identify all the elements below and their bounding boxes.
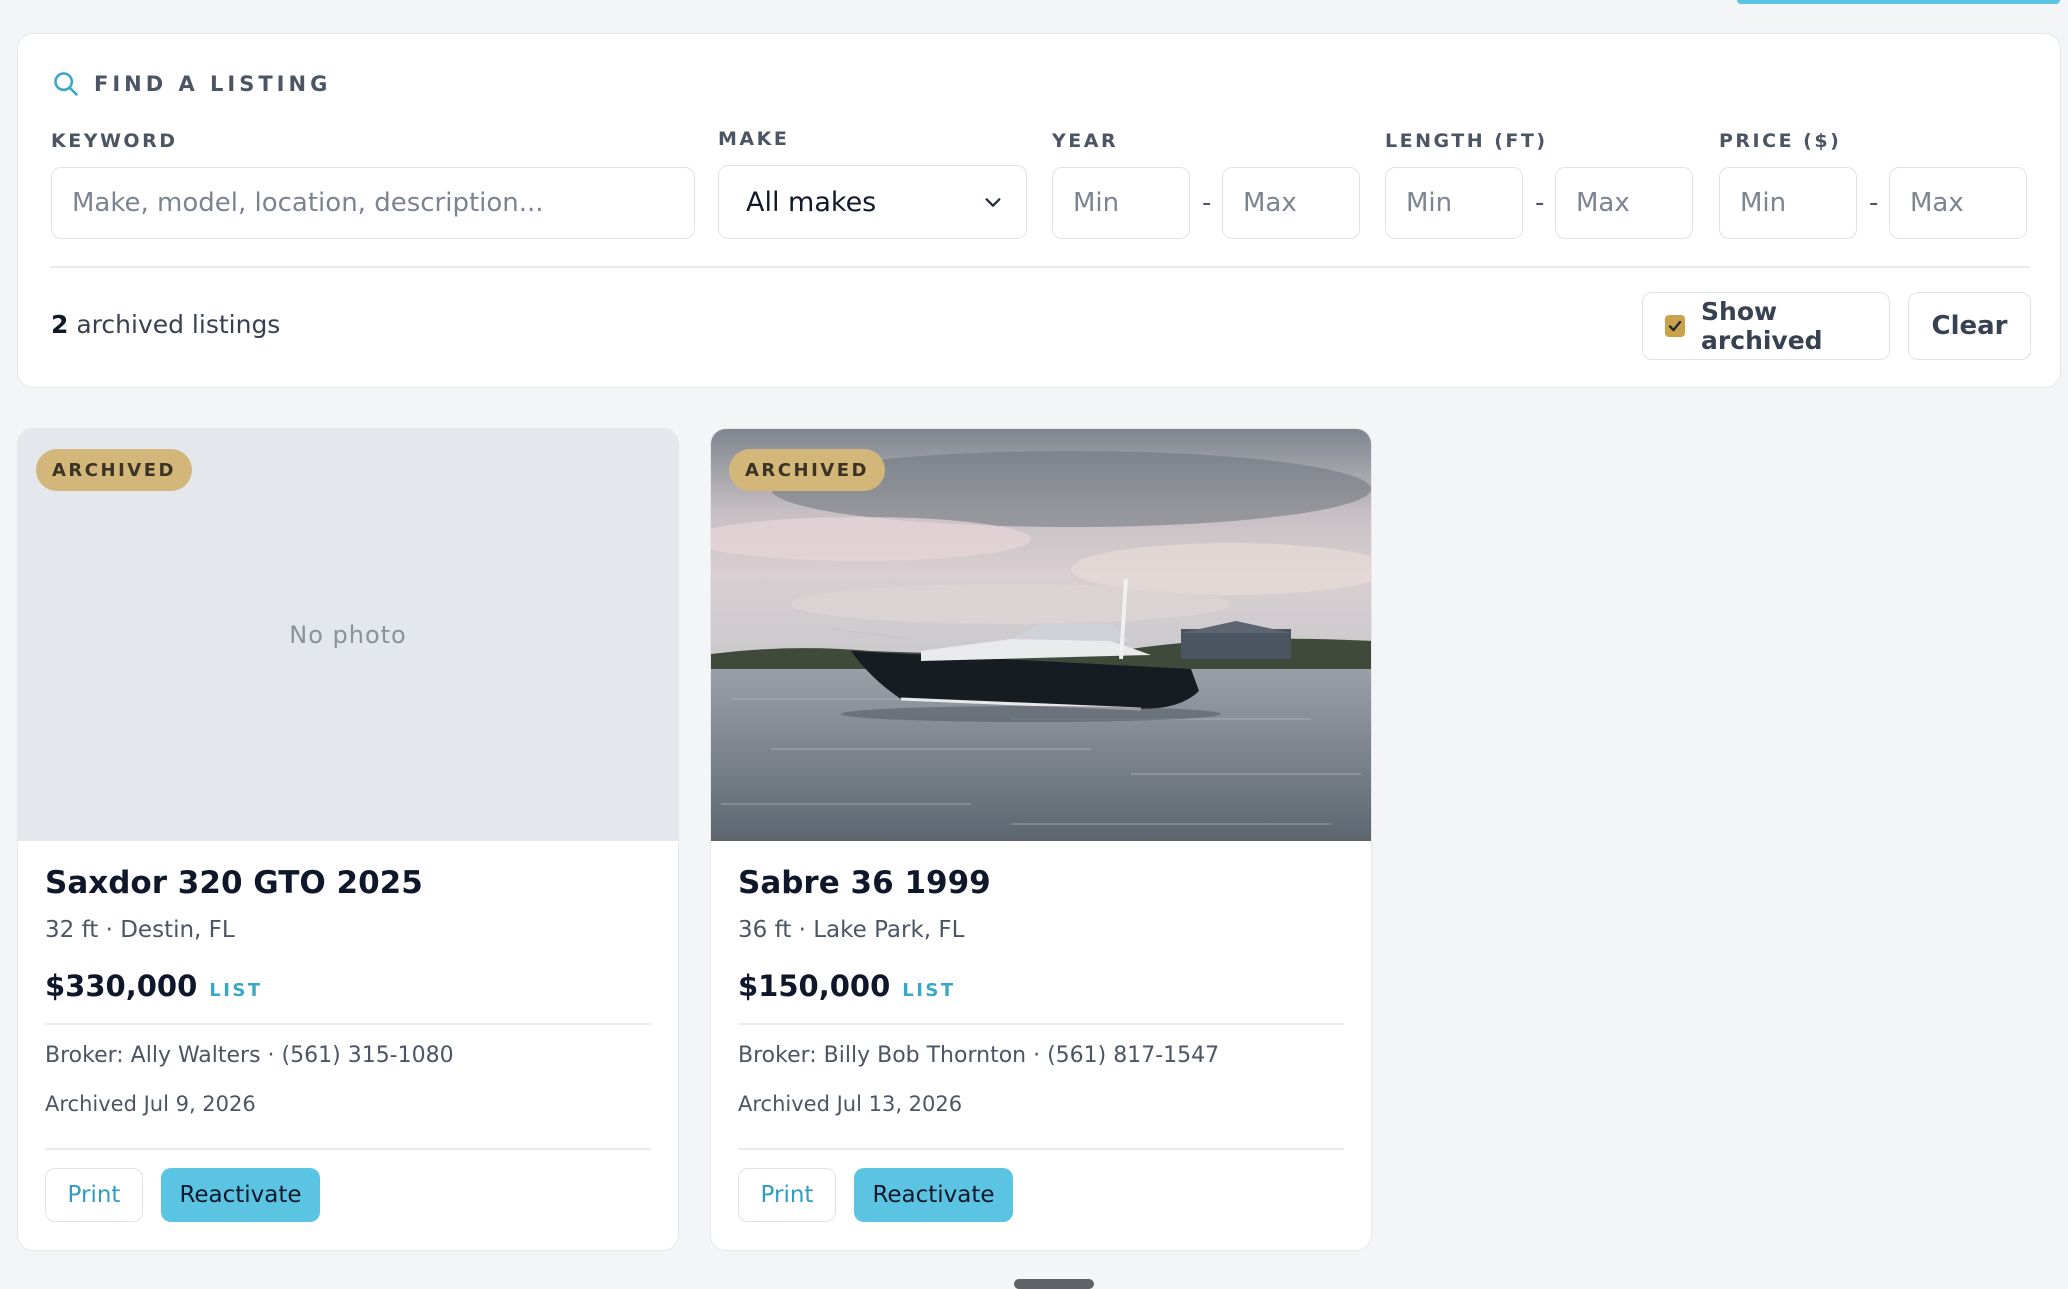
listing-price: $150,000 [738,969,891,1003]
print-button[interactable]: Print [45,1168,143,1222]
card-divider [738,1148,1344,1150]
print-button[interactable]: Print [738,1168,836,1222]
listing-title[interactable]: Sabre 36 1999 [738,865,991,901]
keyword-input[interactable] [51,167,695,239]
listing-price: $330,000 [45,969,198,1003]
card-divider [738,1023,1344,1025]
card-divider [45,1148,651,1150]
check-icon [1668,320,1682,332]
listing-card[interactable]: ARCHIVED Sabre 36 1999 36 ft · Lake Park… [710,428,1372,1251]
year-range-separator: - [1202,188,1212,218]
length-range-separator: - [1535,188,1545,218]
year-max-input[interactable] [1222,167,1360,239]
show-archived-label: Show archived [1701,297,1823,355]
reactivate-button[interactable]: Reactivate [854,1168,1013,1222]
keyword-label: KEYWORD [51,130,178,152]
scroll-handle[interactable] [1014,1279,1094,1289]
year-label: YEAR [1052,130,1119,152]
filter-panel: FIND A LISTING KEYWORD MAKE All makes YE… [17,33,2061,388]
price-min-input[interactable] [1719,167,1857,239]
top-accent-bar [1737,0,2060,4]
card-divider [45,1023,651,1025]
no-photo-text: No photo [289,621,407,649]
price-tag: LIST [209,980,263,1001]
listing-subtitle: 32 ft · Destin, FL [45,917,235,943]
clear-button[interactable]: Clear [1908,292,2031,360]
filter-title: FIND A LISTING [94,72,332,96]
listing-title[interactable]: Saxdor 320 GTO 2025 [45,865,423,901]
price-label: PRICE ($) [1719,130,1842,152]
length-min-input[interactable] [1385,167,1523,239]
filter-divider [50,266,2030,268]
price-row: $150,000 LIST [738,969,956,1003]
reactivate-button[interactable]: Reactivate [161,1168,320,1222]
listing-subtitle: 36 ft · Lake Park, FL [738,917,965,943]
make-label: MAKE [718,128,790,150]
listing-card[interactable]: No photo ARCHIVED Saxdor 320 GTO 2025 32… [17,428,679,1251]
archived-date: Archived Jul 13, 2026 [738,1092,963,1116]
result-count: 2 archived listings [51,310,280,339]
length-label: LENGTH (FT) [1385,130,1548,152]
year-min-input[interactable] [1052,167,1190,239]
archived-badge: ARCHIVED [36,449,192,491]
make-select[interactable]: All makes [718,165,1027,239]
broker-info: Broker: Ally Walters · (561) 315-1080 [45,1043,454,1068]
show-archived-toggle[interactable]: Show archived [1642,292,1890,360]
archived-badge: ARCHIVED [729,449,885,491]
make-select-value: All makes [746,186,877,218]
price-range-separator: - [1869,188,1879,218]
show-archived-checkbox[interactable] [1665,315,1686,337]
broker-info: Broker: Billy Bob Thornton · (561) 817-1… [738,1043,1220,1068]
price-row: $330,000 LIST [45,969,263,1003]
search-icon [54,72,78,96]
chevron-down-icon [985,198,1001,207]
length-max-input[interactable] [1555,167,1693,239]
result-count-number: 2 [51,310,69,339]
archived-date: Archived Jul 9, 2026 [45,1092,256,1116]
result-count-text: archived listings [68,310,281,339]
filter-header: FIND A LISTING [52,70,331,98]
price-tag: LIST [902,980,956,1001]
price-max-input[interactable] [1889,167,2027,239]
